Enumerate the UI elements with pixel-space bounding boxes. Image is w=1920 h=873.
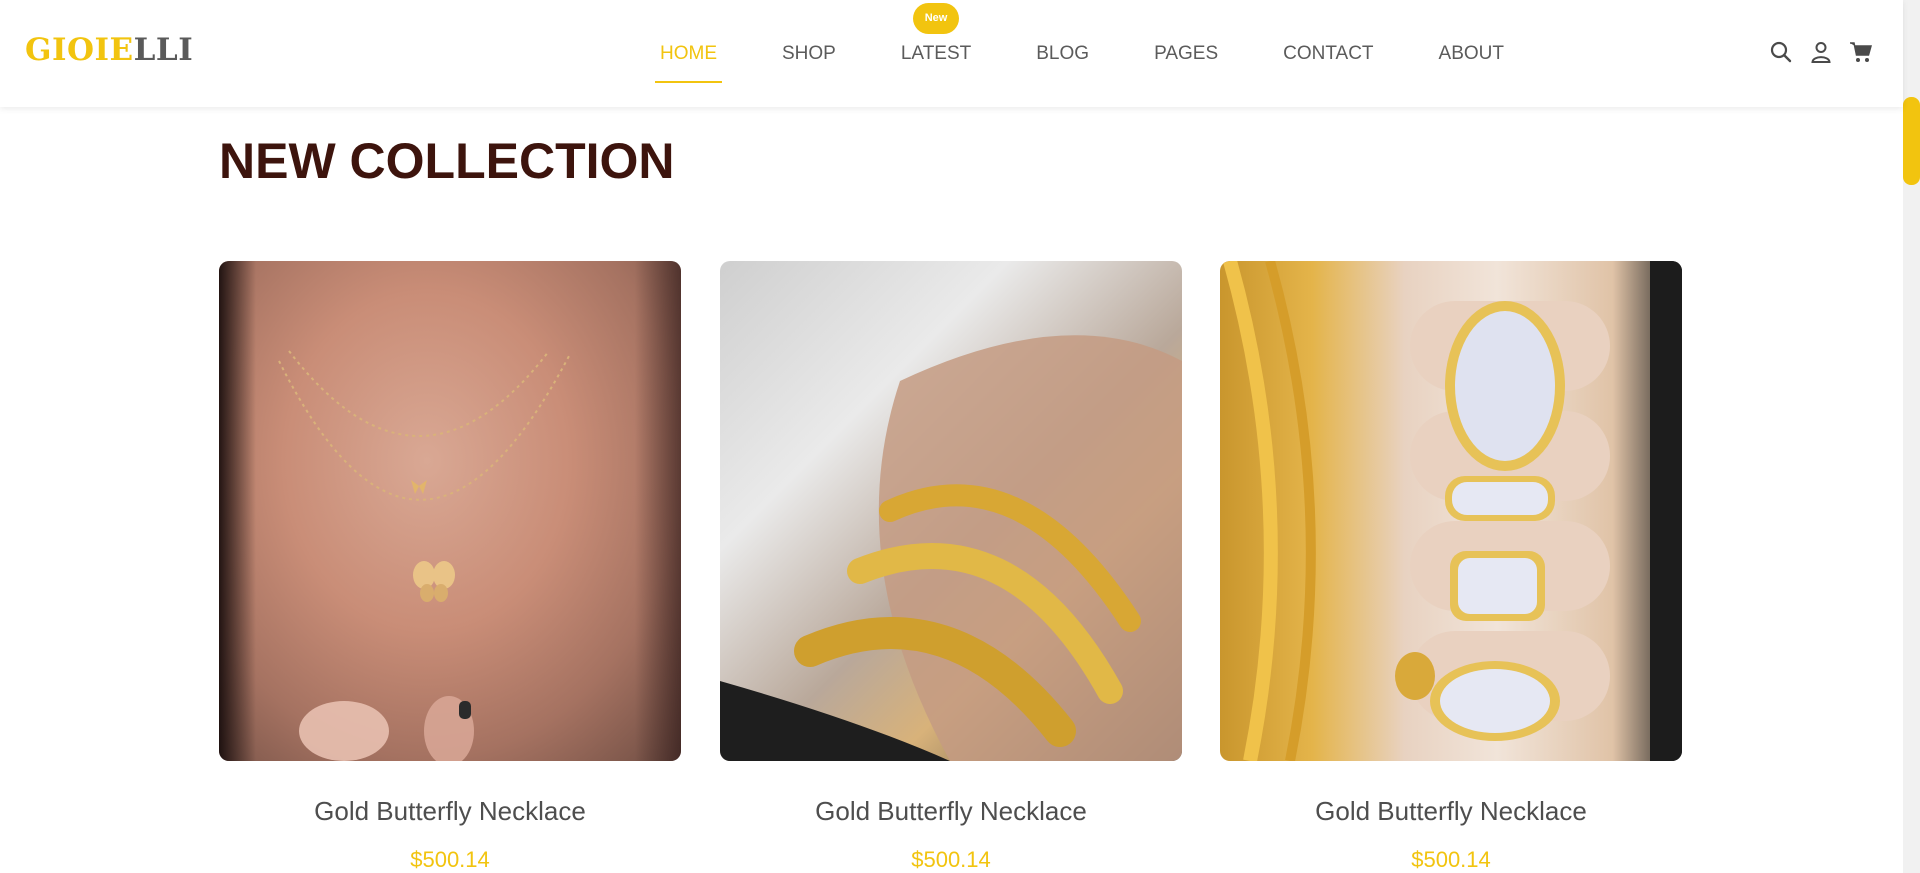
- rings-image[interactable]: [1220, 261, 1682, 761]
- necklace-illustration: [278, 350, 570, 761]
- product-name[interactable]: Gold Butterfly Necklace: [720, 796, 1182, 827]
- main-nav: HOME SHOP New LATEST BLOG PAGES CONTACT …: [648, 0, 1557, 107]
- logo[interactable]: GIOIELLI: [25, 32, 193, 68]
- new-badge: New: [913, 3, 960, 34]
- search-icon[interactable]: [1769, 40, 1793, 64]
- nav-item-contact[interactable]: CONTACT: [1271, 0, 1385, 107]
- product-name[interactable]: Gold Butterfly Necklace: [219, 796, 681, 827]
- logo-part1: GIOIE: [25, 32, 134, 68]
- rings-illustration: [1223, 261, 1682, 761]
- product-price: $500.14: [1411, 847, 1491, 872]
- nav-item-home[interactable]: HOME: [648, 0, 729, 107]
- nav-label: LATEST: [900, 43, 972, 64]
- product-price: $500.14: [911, 847, 991, 872]
- nav-label: SHOP: [782, 43, 836, 64]
- necklace-image[interactable]: [219, 261, 681, 761]
- nav-label: PAGES: [1154, 43, 1219, 64]
- section-title: NEW COLLECTION: [219, 133, 675, 189]
- bracelets-image[interactable]: [720, 261, 1182, 761]
- site-header: GIOIELLI HOME SHOP New LATEST BLOG PAGES…: [0, 0, 1903, 107]
- user-icon[interactable]: [1809, 40, 1833, 64]
- product-card[interactable]: Gold Butterfly Necklace $500.14: [720, 261, 1182, 873]
- product-price: $500.14: [410, 847, 490, 872]
- product-name[interactable]: Gold Butterfly Necklace: [1220, 796, 1682, 827]
- logo-part2: LLI: [133, 32, 194, 68]
- header-icons: [1769, 40, 1873, 64]
- nav-item-shop[interactable]: SHOP: [770, 0, 848, 107]
- scrollbar-thumb[interactable]: [1903, 97, 1920, 185]
- product-card[interactable]: Gold Butterfly Necklace $500.14: [219, 261, 681, 873]
- bracelets-illustration: [720, 335, 1182, 761]
- scrollbar-track[interactable]: [1903, 0, 1920, 873]
- product-card[interactable]: Gold Butterfly Necklace $500.14: [1220, 261, 1682, 873]
- nav-label: ABOUT: [1438, 43, 1504, 64]
- nav-label: CONTACT: [1283, 43, 1374, 64]
- nav-item-about[interactable]: ABOUT: [1427, 0, 1516, 107]
- nav-item-latest[interactable]: New LATEST: [889, 0, 983, 107]
- nav-label: HOME: [660, 43, 717, 64]
- cart-icon[interactable]: [1849, 40, 1873, 64]
- nav-label: BLOG: [1036, 43, 1090, 64]
- nav-item-blog[interactable]: BLOG: [1024, 0, 1101, 107]
- nav-item-pages[interactable]: PAGES: [1142, 0, 1230, 107]
